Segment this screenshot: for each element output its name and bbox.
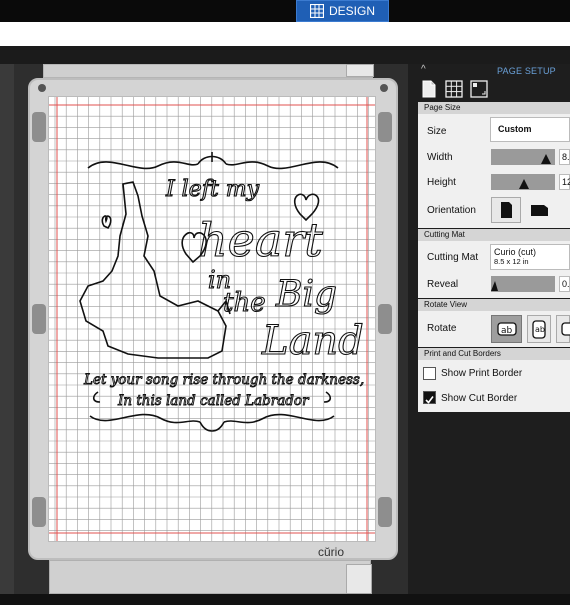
reveal-value[interactable]: 0. [559, 276, 570, 292]
text-line-4: the [223, 288, 266, 318]
reveal-label: Reveal [427, 279, 459, 290]
mat-clip [378, 304, 392, 334]
rotate-180-button[interactable] [556, 315, 570, 343]
width-value[interactable]: 8. [559, 149, 570, 165]
mat-bottom-handle [49, 560, 371, 594]
width-slider[interactable] [491, 149, 555, 165]
show-print-border-label: Show Print Border [441, 368, 523, 379]
toolbar-strip [0, 22, 570, 46]
mat-top-handle [43, 64, 373, 78]
text-line-7: Let your song rise through the darkness, [83, 372, 364, 388]
svg-text:ab: ab [501, 326, 513, 336]
mat-clip [32, 497, 46, 527]
cutting-mat-value: Curio (cut) [494, 247, 537, 257]
show-cut-border-checkbox[interactable] [423, 391, 436, 404]
registration-tab-icon[interactable] [470, 80, 488, 103]
design-tab-label: DESIGN [328, 4, 375, 18]
portrait-orientation-button[interactable] [491, 197, 521, 223]
panel-title: PAGE SETUP [497, 66, 556, 76]
mat-top-tab [346, 64, 374, 77]
rotate-180-icon [561, 322, 570, 336]
bottom-bar [0, 594, 570, 605]
mat-clip [32, 304, 46, 334]
top-toolbar [0, 0, 570, 22]
svg-text:ab: ab [535, 325, 545, 334]
cutting-mat-size: 8.5 x 12 in [494, 257, 529, 266]
text-line-1: I left my [165, 177, 260, 202]
mat-corner-dot [38, 84, 46, 92]
checkmark-icon [425, 396, 434, 404]
rotate-90-icon: ab [532, 320, 546, 339]
size-label: Size [427, 126, 447, 137]
width-label: Width [427, 152, 453, 163]
show-cut-border-label: Show Cut Border [441, 393, 518, 404]
ruler-strip [0, 46, 570, 64]
mat-corner-dot [380, 84, 388, 92]
landscape-icon [531, 205, 548, 216]
bottom-flourish [89, 413, 335, 424]
mat-bottom-tab [346, 564, 372, 594]
portrait-icon [501, 202, 512, 218]
panel-divider [408, 64, 418, 594]
borders-header: Print and Cut Borders [418, 348, 570, 360]
orientation-label: Orientation [427, 205, 476, 216]
cutting-mat-label: Cutting Mat [427, 252, 479, 263]
mat-clip [32, 112, 46, 142]
design-tab[interactable]: DESIGN [296, 0, 389, 22]
height-slider[interactable] [491, 174, 555, 190]
curio-logo: cŭrio [318, 545, 345, 559]
mat-clip [378, 497, 392, 527]
text-line-5: Big [275, 274, 337, 315]
landscape-orientation-button[interactable] [526, 197, 554, 223]
grid-tab-icon[interactable] [445, 80, 463, 103]
rotate-label: Rotate [427, 323, 457, 334]
height-value[interactable]: 12 [559, 174, 570, 190]
text-line-2: heart [198, 213, 323, 267]
collapse-chevron-icon[interactable]: ^ [421, 64, 426, 75]
rotate-0-button[interactable]: ab [491, 315, 522, 343]
map-outline [79, 181, 227, 359]
grid-icon [309, 4, 324, 18]
text-line-8: In this land called Labrador [117, 393, 310, 409]
height-label: Height [427, 177, 456, 188]
design-artwork[interactable]: I left my heart in the Big Land Let your… [48, 96, 376, 542]
page-tab-icon[interactable] [421, 80, 437, 103]
mat-clip [378, 112, 392, 142]
rotate-0-icon: ab [497, 322, 517, 336]
rotate-90-button[interactable]: ab [527, 315, 551, 343]
left-scroll-edge [0, 64, 14, 594]
panel-empty-area [418, 412, 570, 594]
top-flourish [87, 161, 339, 170]
size-select[interactable]: Custom [490, 117, 570, 142]
rotate-view-header: Rotate View [418, 299, 570, 311]
page-size-header: Page Size [418, 102, 570, 114]
show-print-border-checkbox[interactable] [423, 367, 436, 380]
cutting-mat-select[interactable]: Curio (cut) 8.5 x 12 in [490, 244, 570, 270]
text-line-6: Land [261, 318, 364, 364]
reveal-slider[interactable] [491, 276, 555, 292]
heart-small-left [101, 215, 112, 230]
cutting-mat-header: Cutting Mat [418, 229, 570, 241]
